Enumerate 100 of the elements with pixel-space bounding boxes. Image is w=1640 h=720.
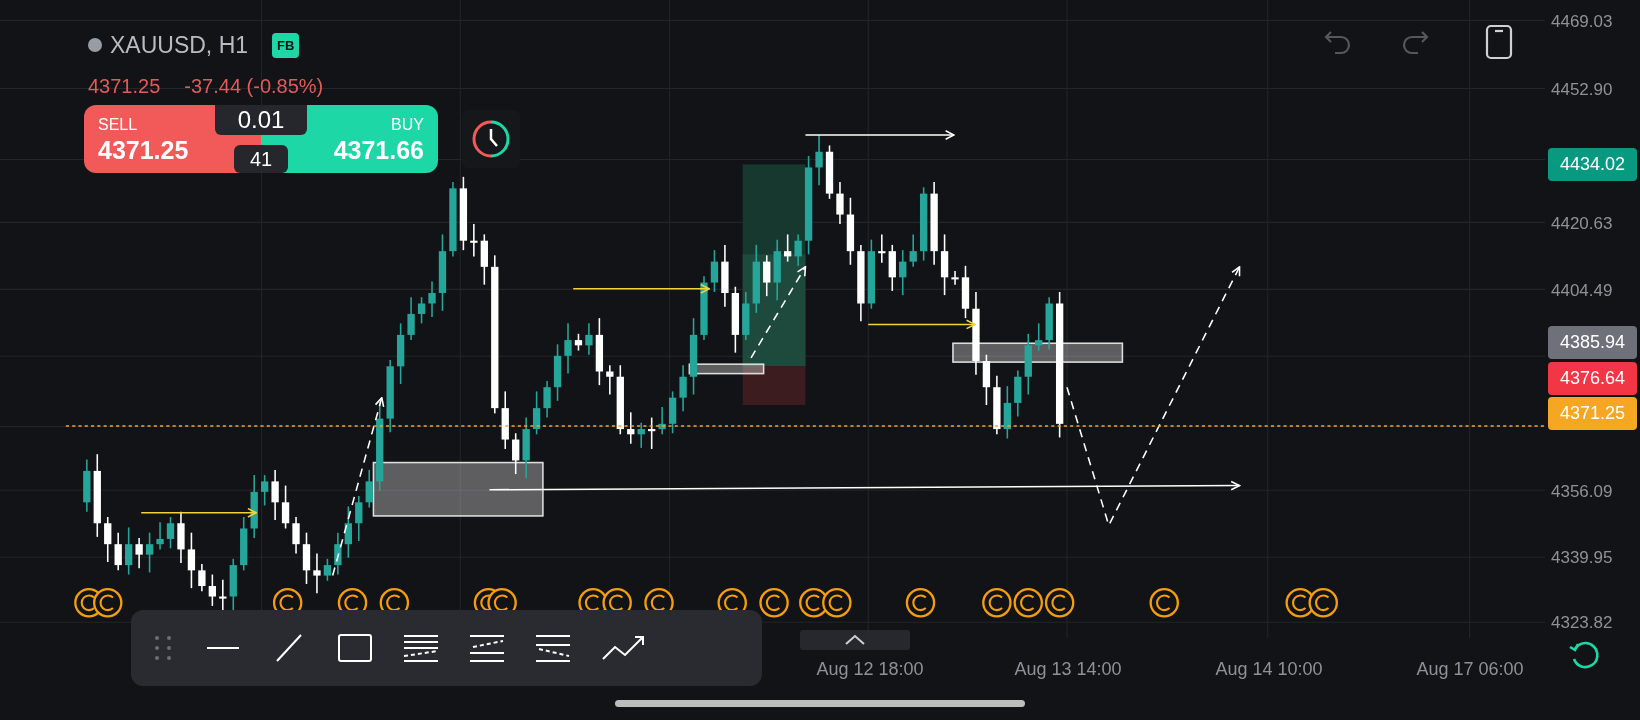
- candlestick: [825, 144, 834, 200]
- candlestick: [365, 469, 373, 509]
- price-tag: 4371.25: [1548, 397, 1637, 430]
- price-tag: 4385.94: [1548, 326, 1637, 359]
- time-axis-label: Aug 14 10:00: [1215, 658, 1323, 681]
- last-price: 4371.25: [88, 73, 161, 99]
- candlestick: [125, 526, 133, 576]
- candlestick: [909, 233, 917, 268]
- candlestick: [240, 516, 248, 572]
- candlestick: [794, 233, 802, 267]
- candlestick: [104, 516, 112, 563]
- caret-icon: [844, 634, 866, 646]
- candlestick: [522, 416, 530, 480]
- fib-retracement-icon: [403, 633, 439, 663]
- candlestick: [993, 374, 1001, 436]
- candlestick: [700, 275, 708, 341]
- candlestick: [250, 474, 258, 539]
- candlestick: [710, 249, 719, 293]
- candlestick: [574, 333, 583, 352]
- candlestick: [606, 364, 614, 396]
- price-tick-label: 4469.03: [1551, 11, 1613, 33]
- price-tick-label: 4420.63: [1551, 213, 1613, 235]
- candlestick: [543, 380, 551, 419]
- candlestick: [899, 249, 907, 296]
- event-icon: [1013, 588, 1043, 618]
- candlestick: [323, 558, 332, 582]
- candlestick: [679, 364, 687, 413]
- candlestick: [888, 244, 896, 292]
- time-axis-label: Aug 12 18:00: [816, 658, 924, 681]
- candlestick: [784, 233, 792, 263]
- lot-size-field[interactable]: 0.01: [215, 105, 307, 135]
- candlestick: [292, 516, 300, 555]
- price-tick-label: 4404.49: [1551, 280, 1613, 302]
- rectangle-icon: [337, 633, 373, 663]
- candlestick: [961, 265, 970, 319]
- candlestick: [637, 422, 645, 449]
- candlestick: [731, 285, 740, 354]
- event-icon: [1308, 588, 1338, 618]
- status-dot: [88, 38, 102, 53]
- candlestick: [407, 296, 415, 341]
- spread-value: 41: [234, 145, 288, 173]
- broker-badge: FB: [272, 32, 300, 58]
- horizontal-line-icon: [205, 646, 241, 650]
- candlestick: [658, 406, 666, 436]
- candlestick: [982, 354, 991, 406]
- candlestick: [1003, 385, 1011, 440]
- candlestick: [417, 296, 426, 325]
- candlestick: [867, 238, 875, 310]
- price-tag: 4376.64: [1548, 362, 1637, 395]
- candlestick: [1035, 322, 1043, 352]
- candlestick: [355, 495, 363, 542]
- candlestick: [135, 537, 143, 570]
- time-axis-label: Aug 13 14:00: [1014, 658, 1122, 681]
- time-axis-label: Aug 17 06:00: [1416, 658, 1524, 681]
- event-icon: [982, 588, 1012, 618]
- candlestick: [302, 531, 311, 585]
- candlestick: [187, 531, 196, 589]
- parallel-channel-icon: [469, 633, 505, 663]
- candlestick: [815, 134, 823, 186]
- candlestick: [396, 322, 405, 385]
- event-icon: [905, 588, 936, 618]
- candlestick: [83, 458, 91, 513]
- candlestick: [208, 573, 216, 607]
- candlestick: [595, 317, 604, 386]
- candlestick: [752, 244, 760, 314]
- event-icon: [759, 588, 789, 618]
- candlestick: [281, 484, 290, 530]
- candlestick: [668, 390, 677, 435]
- candlestick: [742, 291, 750, 341]
- candlestick: [627, 411, 635, 445]
- candlestick: [878, 233, 886, 264]
- event-icon: [1149, 588, 1179, 618]
- candlestick: [480, 233, 488, 286]
- price-tag: 4434.02: [1548, 148, 1637, 181]
- event-icon: [1044, 588, 1075, 618]
- candlestick: [198, 563, 206, 593]
- event-icon: [822, 588, 852, 618]
- device-icon[interactable]: [1484, 24, 1514, 60]
- scroll-handle[interactable]: [800, 630, 910, 650]
- candlestick: [532, 390, 541, 436]
- candlestick: [553, 343, 562, 402]
- candlestick: [271, 469, 279, 521]
- candlestick: [763, 254, 771, 297]
- candlestick: [1045, 296, 1053, 351]
- candlestick: [156, 521, 164, 551]
- candlestick: [313, 552, 321, 595]
- pitchfork-icon: [535, 633, 571, 663]
- price-tick-label: 4323.82: [1551, 612, 1613, 634]
- clock-sync-icon[interactable]: [470, 118, 512, 160]
- candlestick: [846, 197, 855, 266]
- candlestick: [501, 390, 509, 450]
- symbol-label: XAUUSD, H1: [110, 31, 249, 60]
- candlestick: [648, 416, 656, 450]
- candlestick: [836, 181, 844, 225]
- candlestick: [616, 364, 624, 436]
- price-tick-label: 4452.90: [1551, 79, 1613, 101]
- candlestick: [114, 531, 122, 572]
- candlestick: [940, 233, 949, 296]
- candlestick: [166, 516, 175, 550]
- candlestick: [219, 579, 227, 613]
